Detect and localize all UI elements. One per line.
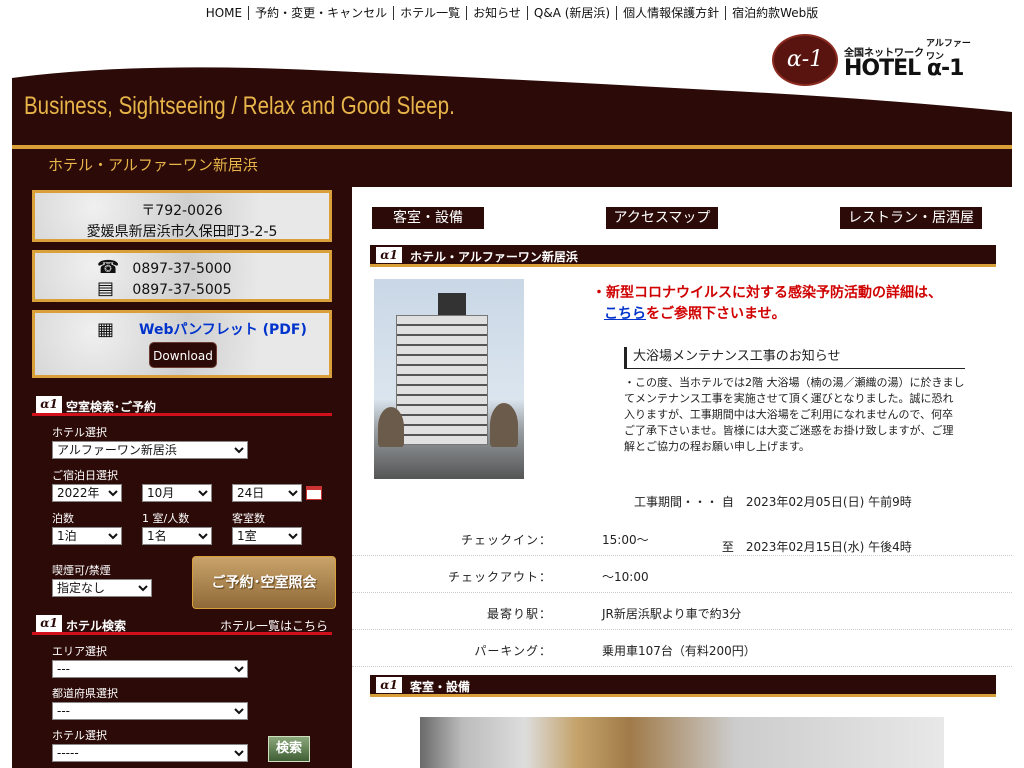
tab-access-map[interactable]: アクセスマップ [606,207,718,229]
prefecture-select[interactable]: --- [52,702,248,720]
tab-restaurant[interactable]: レストラン・居酒屋 [840,207,982,229]
nights-label: 泊数 [52,512,74,525]
main-content: 客室・設備 アクセスマップ レストラン・居酒屋 α1 ホテル・アルファーワン新居… [350,187,1012,768]
info-row-checkout: チェックアウト： 〜10:00 [352,556,1012,593]
maintenance-title: 大浴場メンテナンス工事のお知らせ [624,347,965,369]
phone-box: ☎ ▤ 0897-37-5000 0897-37-5005 [32,250,332,302]
search-hotel-label: ホテル選択 [52,729,107,742]
date-label: ご宿泊日選択 [52,469,118,482]
info-row-station: 最寄り駅： JR新居浜駅より車で約3分 [352,593,1012,630]
maintenance-notice: 大浴場メンテナンス工事のお知らせ ・この度、当ホテルでは2階 大浴場（楠の湯／瀬… [624,347,965,554]
search-header: α1 ホテル検索 ホテル一覧はこちら [32,615,332,635]
nav-qa[interactable]: Q&A (新居浜) [527,6,618,20]
banner-tagline: Business, Sightseeing / Relax and Good S… [24,92,455,120]
hotel-name-title: ホテル・アルファーワン新居浜 [48,156,258,174]
phone-icon: ☎ [97,257,120,278]
nav-privacy[interactable]: 個人情報保護方針 [617,6,727,20]
hotel-section-header: α1 ホテル・アルファーワン新居浜 [370,245,996,267]
nights-select[interactable]: 1泊 [52,527,122,545]
persons-select[interactable]: 1名 [142,527,212,545]
calendar-icon[interactable] [306,486,322,500]
room-photo [420,717,944,768]
search-hotel-select[interactable]: ----- [52,744,248,762]
month-select[interactable]: 10月 [142,484,212,502]
rooms-section-header: α1 客室・設備 [370,675,996,697]
alpha-logo-icon: α1 [36,615,62,632]
hotel-title-bar: ホテル・アルファーワン新居浜 [12,149,1012,187]
nav-hotel-list[interactable]: ホテル一覧 [394,6,468,20]
year-select[interactable]: 2022年 [52,484,122,502]
area-select[interactable]: --- [52,660,248,678]
tel-number[interactable]: 0897-37-5000 [35,259,329,280]
persons-label: 1 室/人数 [142,512,190,525]
top-nav: HOME 予約・変更・キャンセル ホテル一覧 お知らせ Q&A (新居浜) 個人情報保護方… [0,4,1024,21]
fax-icon: ▤ [97,278,115,299]
hotel-select-label: ホテル選択 [52,426,107,439]
reserve-button[interactable]: ご予約･空室照会 [192,556,336,609]
address: 愛媛県新居浜市久保田町3-2-5 [86,224,278,240]
hotel-list-link[interactable]: ホテル一覧はこちら [220,617,328,634]
nav-terms[interactable]: 宿泊約款Web版 [726,6,824,20]
booking-header: α1 空室検索･ご予約 [32,396,332,416]
address-box: 〒792-0026 愛媛県新居浜市久保田町3-2-5 [32,190,332,242]
hotel-exterior-photo [374,279,524,479]
smoking-label: 喫煙可/禁煙 [52,564,111,577]
info-row-parking: パーキング： 乗用車107台（有料200円） [352,630,1012,667]
download-button[interactable]: Download [149,342,217,368]
nav-reservation[interactable]: 予約・変更・キャンセル [249,6,395,20]
smoking-select[interactable]: 指定なし [52,579,152,597]
pamphlet-link[interactable]: Webパンフレット (PDF) [139,319,307,339]
postal-code: 〒792-0026 [141,203,223,219]
nav-home[interactable]: HOME [199,6,250,20]
sidebar: 〒792-0026 愛媛県新居浜市久保田町3-2-5 ☎ ▤ 0897-37-5… [12,187,350,768]
info-row-checkin: チェックイン： 15:00〜 [352,519,1012,556]
pamphlet-box: ▦ Webパンフレット (PDF) Download [32,310,332,378]
day-select[interactable]: 24日 [232,484,302,502]
covid-details-link[interactable]: こちら [604,306,646,322]
document-icon: ▦ [97,319,115,340]
rooms-label: 客室数 [232,512,265,525]
alpha-logo-icon: α1 [36,396,62,413]
search-button[interactable]: 検索 [268,736,310,762]
nav-news[interactable]: お知らせ [467,6,528,20]
fax-number: 0897-37-5005 [132,282,232,298]
area-label: エリア選択 [52,645,107,658]
rooms-select[interactable]: 1室 [232,527,302,545]
prefecture-label: 都道府県選択 [52,687,118,700]
header-banner: Business, Sightseeing / Relax and Good S… [12,60,1012,148]
hotel-select[interactable]: アルファーワン新居浜 [52,441,248,459]
maintenance-period-start: 工事期間・・・ 自 2023年02月05日(日) 午前9時 [634,495,912,509]
alpha-logo-icon: α1 [376,247,402,263]
tab-rooms[interactable]: 客室・設備 [372,207,484,229]
alpha-logo-icon: α1 [376,677,402,693]
covid-notice: ・新型コロナウイルスに対する感染予防活動の詳細は、 こちらをご参照下さいませ。 [592,285,942,322]
